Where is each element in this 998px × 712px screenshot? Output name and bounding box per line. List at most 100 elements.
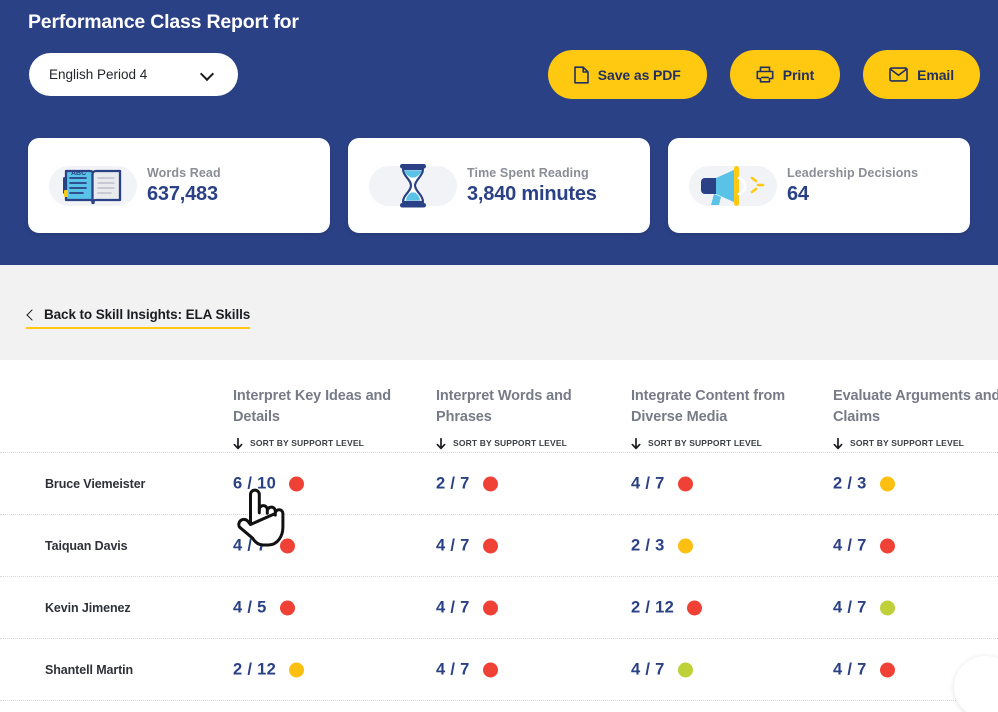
page-header: Performance Class Report for English Per… <box>0 0 998 265</box>
stat-value: 637,483 <box>147 182 218 205</box>
arrow-down-icon <box>631 437 641 450</box>
score-value: 2 / 3 <box>833 474 867 492</box>
arrow-down-icon <box>436 437 446 450</box>
chevron-left-icon <box>26 310 35 320</box>
score-cell[interactable]: 6 / 10 <box>233 474 305 493</box>
column-header-interpret-key-ideas-and-details: Interpret Key Ideas and Details SORT BY … <box>233 386 428 450</box>
skills-table-area: Interpret Key Ideas and Details SORT BY … <box>0 360 998 712</box>
header-actions: Save as PDF Print Email <box>547 50 980 99</box>
sort-by-support-level-button[interactable]: SORT BY SUPPORT LEVEL <box>233 437 428 450</box>
page-title: Performance Class Report for <box>28 11 299 33</box>
performance-class-report-page: Performance Class Report for English Per… <box>0 0 998 712</box>
column-header-interpret-words-and-phrases: Interpret Words and Phrases SORT BY SUPP… <box>436 386 631 450</box>
print-button[interactable]: Print <box>729 50 841 99</box>
status-dot <box>879 538 895 553</box>
stat-value: 64 <box>787 182 809 205</box>
sort-by-support-level-button[interactable]: SORT BY SUPPORT LEVEL <box>833 437 998 450</box>
back-to-skill-insights-link[interactable]: Back to Skill Insights: ELA Skills <box>26 307 250 329</box>
score-value: 2 / 7 <box>436 474 470 492</box>
sort-label: SORT BY SUPPORT LEVEL <box>850 438 964 448</box>
score-value: 6 / 10 <box>233 474 277 492</box>
student-name: Taiquan Davis <box>45 538 128 553</box>
score-cell[interactable]: 4 / 7 <box>436 536 498 555</box>
score-cell[interactable]: 4 / 7 <box>833 598 895 617</box>
score-value: 4 / 7 <box>233 536 267 554</box>
column-title: Evaluate Arguments and Claims <box>833 388 998 425</box>
score-value: 4 / 7 <box>436 598 470 616</box>
status-dot <box>482 538 498 553</box>
status-dot <box>879 476 895 491</box>
email-button[interactable]: Email <box>863 50 980 99</box>
megaphone-icon <box>689 162 777 210</box>
email-label: Email <box>917 66 954 83</box>
score-cell[interactable]: 4 / 7 <box>436 660 498 679</box>
status-dot <box>677 662 693 677</box>
score-cell[interactable]: 4 / 7 <box>833 660 895 679</box>
chevron-down-icon <box>201 68 214 81</box>
table-row[interactable]: Shantell Martin 2 / 12 4 / 7 4 / 7 4 / 7 <box>0 639 998 701</box>
score-value: 4 / 7 <box>631 474 665 492</box>
student-name: Bruce Viemeister <box>45 476 146 491</box>
sort-label: SORT BY SUPPORT LEVEL <box>453 438 567 448</box>
score-value: 4 / 7 <box>833 660 867 678</box>
stat-label: Time Spent Reading <box>467 165 589 180</box>
score-value: 4 / 7 <box>631 660 665 678</box>
score-cell[interactable]: 4 / 5 <box>233 598 295 617</box>
status-dot <box>289 476 305 491</box>
file-document-icon <box>573 65 589 84</box>
score-cell[interactable]: 2 / 3 <box>631 536 693 555</box>
score-value: 4 / 7 <box>833 536 867 554</box>
score-cell[interactable]: 4 / 7 <box>233 536 295 555</box>
envelope-icon <box>889 67 908 82</box>
hourglass-icon <box>369 162 457 210</box>
back-link-label: Back to Skill Insights: ELA Skills <box>44 307 251 322</box>
arrow-down-icon <box>833 437 843 450</box>
table-row[interactable]: Bruce Viemeister 6 / 10 2 / 7 4 / 7 2 / … <box>0 453 998 515</box>
stat-card-text: Time Spent Reading 3,840 minutes <box>467 166 597 206</box>
score-value: 4 / 5 <box>233 598 267 616</box>
score-value: 2 / 3 <box>631 536 665 554</box>
svg-text:ABC: ABC <box>71 170 86 177</box>
printer-icon <box>756 66 774 83</box>
score-value: 4 / 7 <box>833 598 867 616</box>
stat-cards: ABC Words Read 637,483 Time Spent Readin… <box>28 138 970 233</box>
stat-label: Words Read <box>147 165 221 180</box>
score-cell[interactable]: 2 / 3 <box>833 474 895 493</box>
table-row[interactable]: Taiquan Davis 4 / 7 4 / 7 2 / 3 4 / 7 <box>0 515 998 577</box>
status-dot <box>482 600 498 615</box>
stat-value: 3,840 minutes <box>467 182 597 205</box>
student-name: Kevin Jimenez <box>45 600 131 615</box>
class-select-dropdown[interactable]: English Period 4 <box>29 53 238 96</box>
print-label: Print <box>782 66 815 83</box>
open-book-icon: ABC <box>49 162 137 210</box>
score-value: 4 / 7 <box>436 536 470 554</box>
status-dot <box>879 662 895 677</box>
status-dot <box>677 538 693 553</box>
status-dot <box>482 662 498 677</box>
class-select-value: English Period 4 <box>49 67 148 82</box>
stat-card-time-spent-reading: Time Spent Reading 3,840 minutes <box>348 138 650 233</box>
status-dot <box>879 600 895 615</box>
score-cell[interactable]: 4 / 7 <box>436 598 498 617</box>
sort-by-support-level-button[interactable]: SORT BY SUPPORT LEVEL <box>631 437 826 450</box>
sort-label: SORT BY SUPPORT LEVEL <box>648 438 762 448</box>
skills-table: Interpret Key Ideas and Details SORT BY … <box>0 360 998 701</box>
save-as-pdf-label: Save as PDF <box>597 66 681 83</box>
sort-by-support-level-button[interactable]: SORT BY SUPPORT LEVEL <box>436 437 631 450</box>
status-dot <box>482 476 498 491</box>
score-cell[interactable]: 2 / 12 <box>233 660 305 679</box>
score-cell[interactable]: 2 / 7 <box>436 474 498 493</box>
score-cell[interactable]: 4 / 7 <box>631 660 693 679</box>
score-value: 2 / 12 <box>233 660 277 678</box>
stat-card-text: Words Read 637,483 <box>147 166 221 206</box>
status-dot <box>289 662 305 677</box>
save-as-pdf-button[interactable]: Save as PDF <box>547 50 707 99</box>
score-cell[interactable]: 4 / 7 <box>631 474 693 493</box>
score-cell[interactable]: 2 / 12 <box>631 598 703 617</box>
column-title: Integrate Content from Diverse Media <box>631 388 786 425</box>
score-cell[interactable]: 4 / 7 <box>833 536 895 555</box>
table-row[interactable]: Kevin Jimenez 4 / 5 4 / 7 2 / 12 4 / 7 <box>0 577 998 639</box>
column-header-integrate-content-from-diverse-media: Integrate Content from Diverse Media SOR… <box>631 386 826 450</box>
status-dot <box>687 600 703 615</box>
stat-card-words-read: ABC Words Read 637,483 <box>28 138 330 233</box>
